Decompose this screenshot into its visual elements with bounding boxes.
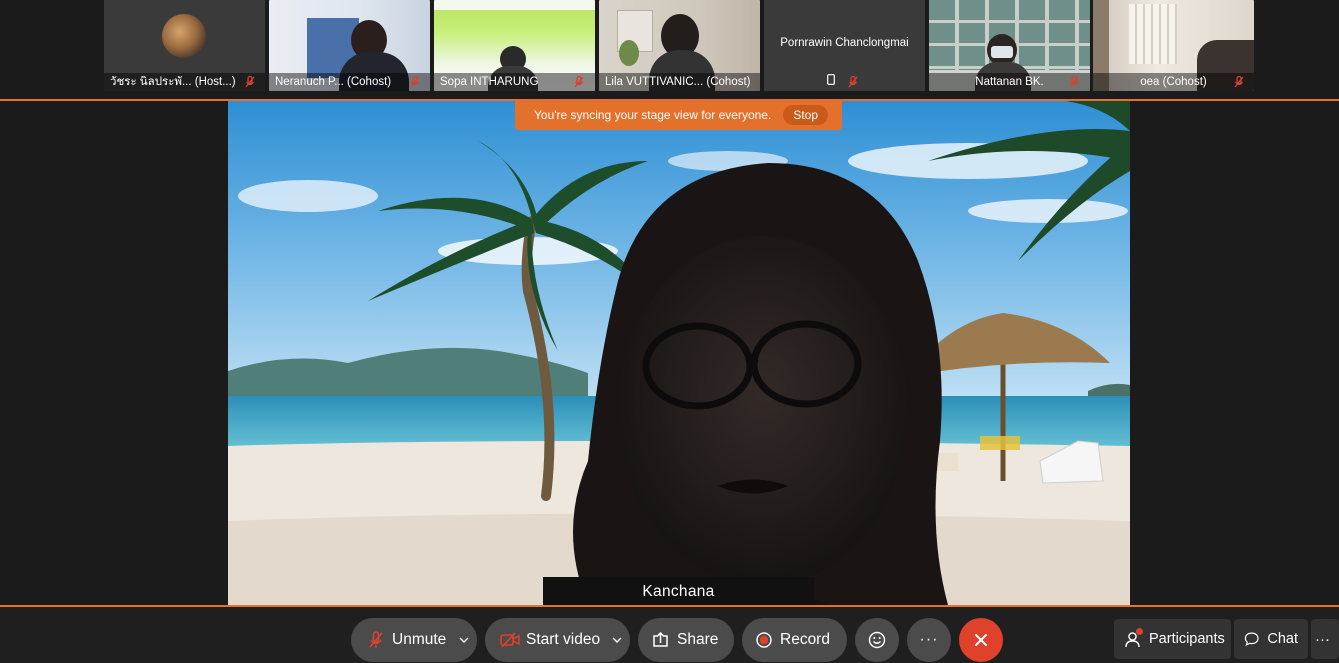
beach-background [228,101,1130,605]
participants-label: Participants [1149,631,1225,647]
participant-tile[interactable]: วัชระ นิลประพั... (Host...) [104,0,265,91]
record-label: Record [780,631,830,648]
chevron-down-icon[interactable] [612,637,622,643]
smiley-icon [868,631,886,649]
notification-dot [1136,627,1143,635]
meeting-toolbar: Unmute Start video Share Record ··· Part… [0,607,1339,663]
mic-muted-icon [1069,76,1079,88]
sync-stage-banner: You're syncing your stage view for every… [515,100,842,130]
participant-tile[interactable]: Pornrawin Chanclongmai [764,0,925,91]
mic-muted-icon [410,76,420,88]
participant-name: Neranuch P... (Cohost) [269,73,430,91]
stage-video[interactable] [228,101,1130,605]
start-video-button[interactable]: Start video [485,618,630,662]
participant-avatar [162,14,206,58]
mic-muted-icon [369,631,383,648]
unmute-label: Unmute [392,631,447,648]
share-icon [653,632,668,647]
close-icon [975,634,987,646]
chat-label: Chat [1267,631,1298,647]
mic-muted-icon [574,76,584,88]
stop-sync-button[interactable]: Stop [783,105,828,125]
mic-muted-icon [1234,76,1244,88]
participant-tile[interactable]: oea (Cohost) [1093,0,1254,91]
record-icon [756,632,772,648]
share-label: Share [677,631,719,648]
phone-icon [827,74,835,85]
active-speaker-name: Kanchana [543,577,814,605]
participant-tile[interactable]: Nattanan BK. [929,0,1090,91]
participant-name: Sopa INTHARUNG [434,73,595,91]
participants-panel-button[interactable]: Participants [1114,619,1231,659]
panel-overflow-button[interactable]: ··· [1311,619,1339,659]
sync-message: You're syncing your stage view for every… [534,108,772,122]
share-button[interactable]: Share [638,618,734,662]
mic-muted-icon [245,76,255,88]
participant-name: Lila VUTTIVANIC... (Cohost) [599,73,760,91]
participant-name: วัชระ นิลประพั... (Host...) [104,73,265,91]
participant-name: Nattanan BK. [929,73,1090,91]
chat-panel-button[interactable]: Chat [1234,619,1308,659]
participant-tile[interactable]: Sopa INTHARUNG [434,0,595,91]
participant-tile[interactable]: Lila VUTTIVANIC... (Cohost) [599,0,760,91]
start-video-label: Start video [526,631,601,648]
participants-icon [1124,627,1143,648]
participant-tile[interactable]: Neranuch P... (Cohost) [269,0,430,91]
participant-name: oea (Cohost) [1093,73,1254,91]
participant-strip: วัชระ นิลประพั... (Host...) Neranuch P..… [0,0,1339,99]
video-off-icon [500,632,520,648]
reactions-button[interactable] [855,618,899,662]
mic-muted-icon [848,76,858,88]
record-button[interactable]: Record [742,618,847,662]
participant-name: Pornrawin Chanclongmai [780,37,909,49]
leave-meeting-button[interactable] [959,618,1003,662]
unmute-button[interactable]: Unmute [351,618,477,662]
chevron-down-icon[interactable] [459,637,469,643]
more-options-button[interactable]: ··· [907,618,951,662]
chat-bubble-icon [1244,632,1259,646]
